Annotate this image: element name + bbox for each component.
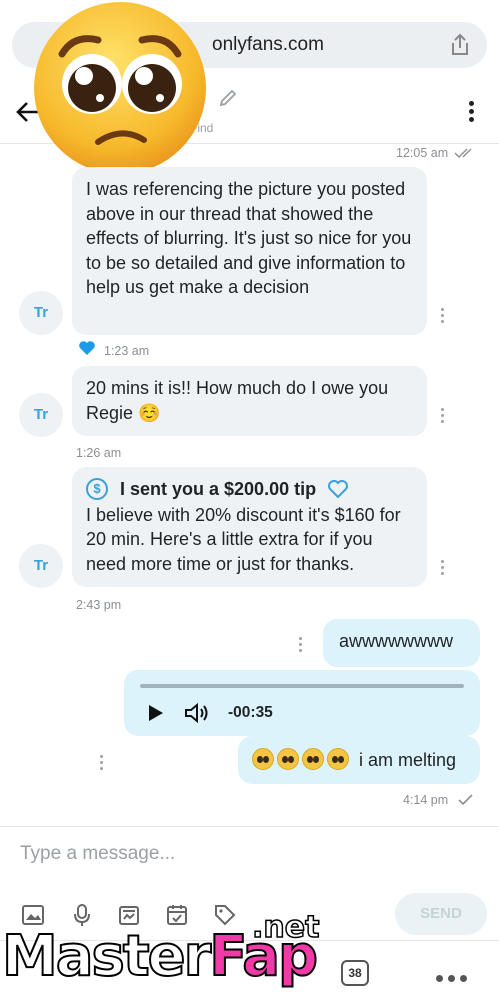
pleading-face-emoji: [34, 2, 206, 174]
tip-header: $ I sent you a $200.00 tip: [86, 477, 413, 502]
message-time: 1:26 am: [76, 446, 122, 460]
watermark-part1: Master: [1, 923, 212, 990]
outgoing-message-bubble[interactable]: awwwwwwww: [323, 619, 480, 667]
message-options-icon[interactable]: [100, 755, 104, 771]
messages-count-badge[interactable]: 38: [341, 960, 369, 986]
send-button[interactable]: SEND: [395, 893, 487, 935]
avatar[interactable]: Tr: [19, 291, 63, 335]
pleading-face-emoji: [327, 748, 349, 770]
message-text: I was referencing the picture you posted…: [86, 179, 412, 297]
kebab-icon[interactable]: [469, 101, 475, 123]
tip-message-bubble[interactable]: $ I sent you a $200.00 tip I believe wit…: [72, 467, 427, 587]
double-check-icon: [454, 148, 472, 158]
heart-icon[interactable]: [78, 340, 96, 356]
volume-icon[interactable]: [184, 702, 210, 724]
share-icon[interactable]: [449, 33, 471, 57]
message-input[interactable]: Type a message...: [20, 843, 175, 865]
message-text: I believe with 20% discount it's $160 fo…: [86, 504, 401, 574]
pencil-icon[interactable]: [218, 88, 238, 108]
play-icon[interactable]: [148, 704, 164, 722]
outgoing-message-bubble[interactable]: i am melting: [238, 736, 480, 784]
audio-message[interactable]: -00:35: [124, 670, 480, 736]
check-icon: [458, 794, 473, 806]
incoming-message-bubble[interactable]: I was referencing the picture you posted…: [72, 167, 427, 335]
pleading-face-emoji: [302, 748, 324, 770]
audio-progress-track[interactable]: [140, 684, 464, 688]
message-time: 2:43 pm: [76, 598, 122, 612]
message-time: 12:05 am: [396, 146, 449, 160]
avatar[interactable]: Tr: [19, 393, 63, 437]
more-icon[interactable]: [436, 969, 472, 987]
message-text: awwwwwwww: [339, 631, 454, 651]
pleading-face-emoji: [252, 748, 274, 770]
incoming-message-bubble[interactable]: 20 mins it is!! How much do I owe you Re…: [72, 366, 427, 436]
message-time: 1:23 am: [104, 344, 150, 358]
audio-time: -00:35: [228, 704, 273, 721]
message-options-icon[interactable]: [441, 408, 445, 424]
dollar-icon: $: [86, 478, 108, 501]
message-options-icon[interactable]: [441, 560, 445, 576]
chat-screen: onlyfans.com Find 12:05 am Tr I was refe…: [0, 0, 499, 1000]
avatar[interactable]: Tr: [19, 544, 63, 588]
watermark: MasterFap .net: [1, 909, 320, 990]
message-time: 4:14 pm: [403, 793, 449, 807]
tip-title: I sent you a $200.00 tip: [120, 479, 317, 499]
message-options-icon[interactable]: [441, 308, 445, 324]
heart-outline-icon: [328, 480, 349, 499]
pleading-face-emoji: [277, 748, 299, 770]
message-text: i am melting: [359, 750, 457, 770]
url-text: onlyfans.com: [212, 34, 324, 55]
message-text: 20 mins it is!! How much do I owe you Re…: [86, 378, 389, 423]
message-options-icon[interactable]: [299, 637, 303, 653]
watermark-suffix: .net: [251, 909, 320, 946]
